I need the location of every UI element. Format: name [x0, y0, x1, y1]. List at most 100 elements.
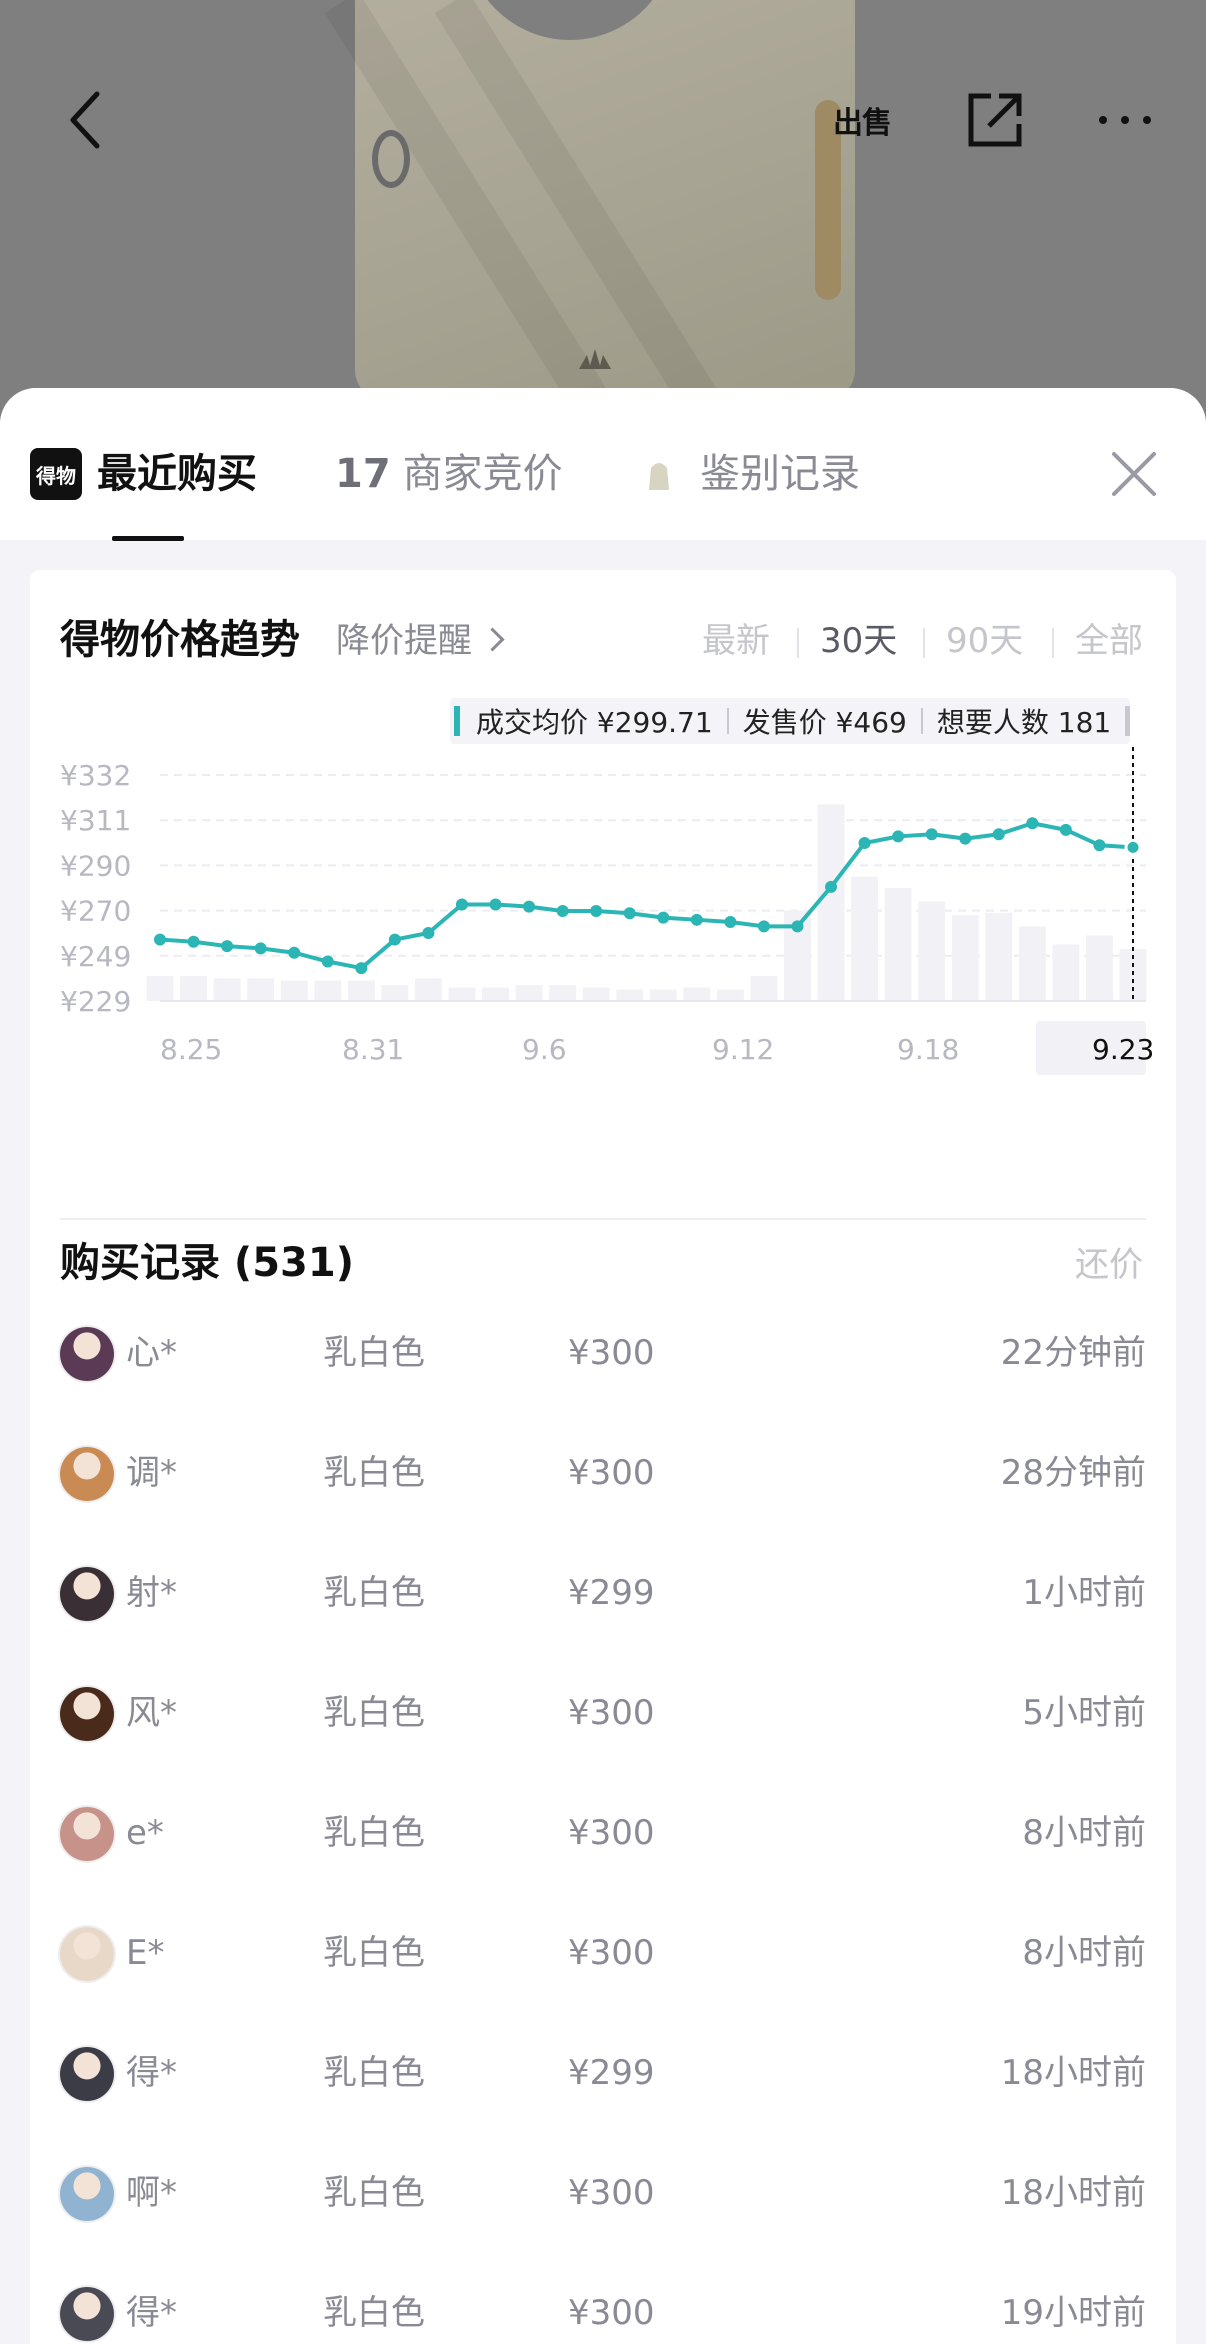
range-latest[interactable]: 最新: [702, 616, 770, 666]
tab-label: 最近购买: [97, 451, 257, 497]
avatar: [60, 1927, 114, 1981]
volume-bar: [884, 888, 912, 1001]
data-point: [523, 900, 536, 913]
x-tick-label: 8.25: [160, 1033, 222, 1066]
tab-label: 商家竞价: [402, 451, 563, 497]
avatar: [60, 2167, 114, 2221]
range-divider: [1052, 628, 1054, 658]
list-item[interactable]: 得* 乳白色 ¥300 19小时前: [30, 2255, 1176, 2344]
tab-label: 鉴别记录: [700, 451, 860, 497]
legend-avg-price: 成交均价 ¥299.71: [476, 706, 713, 739]
data-point: [422, 926, 435, 939]
data-point: [1093, 839, 1106, 852]
data-point: [1026, 817, 1039, 830]
buyer-name: 风*: [126, 1693, 177, 1733]
counter-offer-button[interactable]: 还价: [1075, 1240, 1143, 1290]
avatar: [60, 1447, 114, 1501]
data-point: [1059, 823, 1072, 836]
volume-bar: [213, 978, 241, 1001]
back-button[interactable]: [45, 80, 125, 160]
list-item[interactable]: 得* 乳白色 ¥299 18小时前: [30, 2015, 1176, 2135]
list-item[interactable]: 啊* 乳白色 ¥300 18小时前: [30, 2135, 1176, 2255]
buyer-name: 调*: [126, 1453, 177, 1493]
list-item[interactable]: 射* 乳白色 ¥299 1小时前: [30, 1535, 1176, 1655]
volume-bar: [1052, 944, 1080, 1001]
legend-end: [1125, 706, 1131, 736]
volume-bar: [918, 901, 946, 1001]
more-button[interactable]: [1085, 80, 1165, 160]
volume-bar: [1086, 935, 1113, 1001]
x-tick-label: 8.31: [342, 1033, 404, 1066]
y-tick-label: ¥249: [60, 940, 131, 973]
active-tab-indicator: [112, 536, 184, 541]
sell-button[interactable]: 出售: [822, 80, 902, 160]
volume-bar: [616, 989, 644, 1001]
avatar: [60, 1567, 114, 1621]
buyer-name: 得*: [126, 2053, 177, 2093]
list-item[interactable]: E* 乳白色 ¥300 8小时前: [30, 1895, 1176, 2015]
data-point: [858, 837, 871, 850]
volume-bar: [817, 804, 845, 1001]
range-30d[interactable]: 30天: [820, 616, 897, 666]
item-price: ¥300: [568, 2293, 655, 2333]
item-price: ¥299: [568, 2053, 655, 2093]
volume-bar: [347, 980, 375, 1001]
list-item[interactable]: e* 乳白色 ¥300 8小时前: [30, 1775, 1176, 1895]
range-all[interactable]: 全部: [1075, 616, 1143, 666]
data-point: [724, 916, 737, 929]
list-item[interactable]: 心* 乳白色 ¥300 22分钟前: [30, 1295, 1176, 1415]
legend-divider: [726, 708, 729, 734]
chevron-left-icon: [70, 91, 100, 149]
volume-bar: [985, 912, 1013, 1001]
avatar: [60, 1687, 114, 1741]
data-point: [254, 942, 267, 955]
item-color: 乳白色: [323, 1933, 425, 1973]
chart-legend: 成交均价 ¥299.71 发售价 ¥469 想要人数 181: [450, 698, 1131, 744]
legend-release-price: 发售价 ¥469: [742, 706, 907, 739]
product-image: 出售: [0, 0, 1206, 420]
x-tick-label: 9.23: [1092, 1033, 1154, 1066]
volume-bar: [280, 980, 308, 1001]
close-button[interactable]: [1106, 446, 1162, 502]
data-point: [388, 933, 401, 946]
list-item[interactable]: 调* 乳白色 ¥300 28分钟前: [30, 1415, 1176, 1535]
data-point: [355, 962, 368, 975]
volume-bar: [482, 987, 509, 1001]
tab-bar: 得物 最近购买 17 商家竞价 鉴别记录: [0, 388, 1206, 541]
app-logo-icon: 得物: [30, 448, 82, 500]
data-point: [221, 940, 234, 953]
volume-bar: [951, 915, 979, 1001]
x-tick-label: 9.6: [522, 1033, 567, 1066]
sell-label: 出售: [833, 106, 892, 141]
avatar: [60, 2047, 114, 2101]
list-item[interactable]: 风* 乳白色 ¥300 5小时前: [30, 1655, 1176, 1775]
item-price: ¥300: [568, 1813, 655, 1853]
tab-recent-purchases[interactable]: 最近购买: [97, 446, 257, 502]
data-point: [690, 913, 703, 926]
purchase-records-list: 心* 乳白色 ¥300 22分钟前 调* 乳白色 ¥300 28分钟前 射* 乳白色 ¥299 1小时…: [30, 1295, 1176, 2344]
price-trend-chart[interactable]: ¥332 ¥311 ¥290 ¥270 ¥249 ¥229 8.25 8.31 9.6 9.12 9…: [30, 745, 1176, 1215]
y-tick-label: ¥270: [60, 895, 131, 928]
share-button[interactable]: [955, 80, 1035, 160]
bag-shape: [355, 0, 855, 400]
item-color: 乳白色: [323, 1573, 425, 1613]
data-point: [1124, 838, 1142, 856]
data-point: [657, 911, 670, 924]
item-price: ¥300: [568, 2173, 655, 2213]
item-color: 乳白色: [323, 1693, 425, 1733]
brand-logo-icon: [579, 349, 611, 369]
chevron-right-icon: [480, 627, 505, 652]
item-color: 乳白色: [323, 2293, 425, 2333]
purchase-time: 22分钟前: [1000, 1333, 1146, 1373]
price-alert-link[interactable]: 降价提醒: [336, 616, 505, 666]
data-point: [925, 828, 938, 841]
range-90d[interactable]: 90天: [946, 616, 1023, 666]
item-color: 乳白色: [323, 1813, 425, 1853]
purchase-time: 18小时前: [1000, 2173, 1146, 2213]
volume-bar: [750, 976, 778, 1001]
tab-merchant-bids[interactable]: 17 商家竞价: [335, 446, 563, 502]
bag-thumbnail-icon: [649, 463, 669, 490]
item-price: ¥299: [568, 1573, 655, 1613]
tab-authentication-records[interactable]: 鉴别记录: [700, 446, 860, 502]
section-divider: [60, 1218, 1146, 1220]
